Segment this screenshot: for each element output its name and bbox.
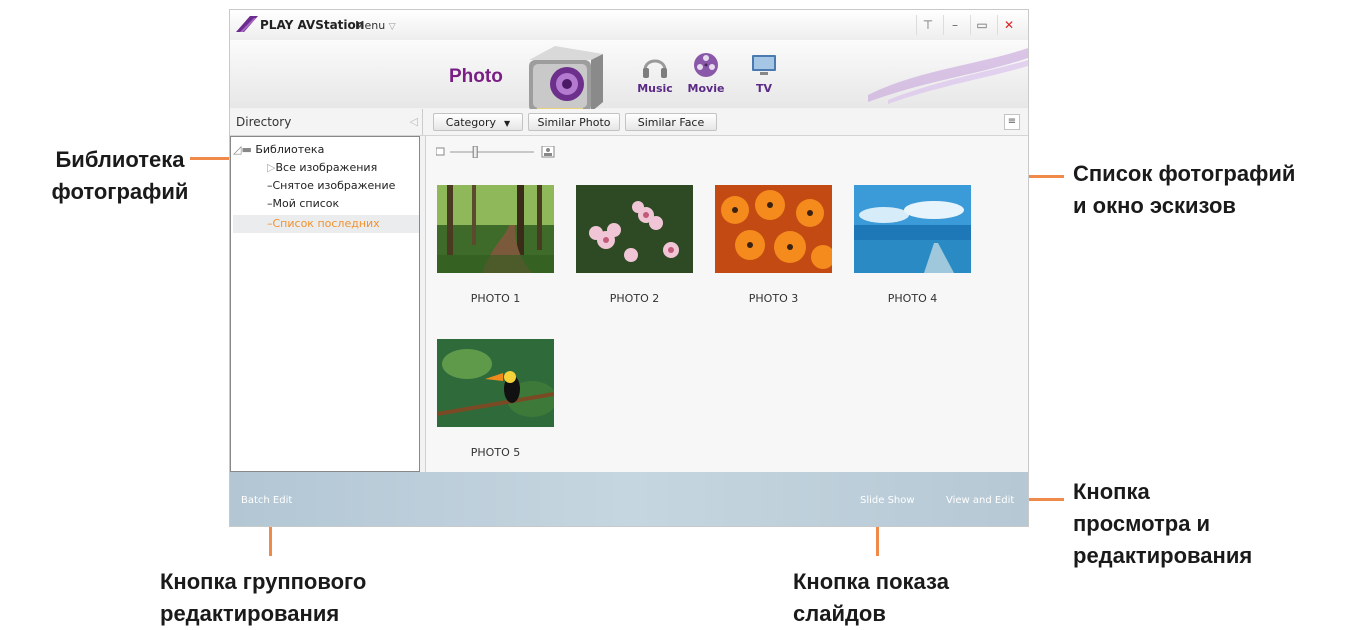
callout-slide-show: Кнопка показа слайдов — [793, 566, 949, 630]
photo-label: PHOTO 2 — [609, 292, 660, 305]
popup-icon[interactable]: ⊤ — [916, 15, 939, 35]
photo-orange-flowers-image — [715, 185, 835, 273]
menu-button[interactable]: Menu ▽ — [355, 19, 396, 32]
photo-thumbnail[interactable] — [436, 339, 557, 431]
callout-line: Библиотека — [55, 147, 185, 172]
batch-edit-button[interactable]: Batch Edit — [241, 495, 292, 506]
photo-thumbnail[interactable] — [437, 185, 554, 277]
callout-line: Список фотографий — [1073, 161, 1296, 186]
category-label: Category — [445, 116, 497, 129]
app-title: PLAY AVStation — [260, 18, 365, 32]
leader-line-library — [190, 157, 230, 160]
callout-batch-edit: Кнопка группового редактирования — [160, 566, 366, 630]
tree-item-all-images[interactable]: ▷Все изображения — [267, 161, 377, 174]
tree-item-label: Все изображения — [275, 161, 378, 174]
directory-header: Directory ◁ — [230, 109, 423, 135]
window-controls: ⊤ – ▭ ✕ — [916, 15, 1020, 35]
category-dropdown[interactable]: Category ▼ — [433, 113, 523, 131]
photo-thumbnail[interactable] — [576, 185, 693, 277]
tree-item-captured-image[interactable]: –Снятое изображение — [267, 179, 395, 192]
app-logo-icon — [236, 16, 258, 32]
folder-icon: ◿▬ — [233, 143, 252, 156]
tree-item-recent-list[interactable]: –Список последних — [267, 217, 380, 230]
chevron-down-icon: ▽ — [388, 22, 396, 32]
close-icon[interactable]: ✕ — [997, 15, 1020, 35]
photo-seascape-image — [854, 185, 971, 273]
photo-label: PHOTO 5 — [470, 446, 521, 459]
tree-item-label: Снятое изображение — [272, 179, 396, 192]
headphones-icon — [643, 59, 667, 78]
callout-line: Кнопка показа — [793, 569, 949, 594]
callout-line: Кнопка группового — [160, 569, 367, 594]
tree-item-label: Список последних — [272, 217, 380, 230]
photo-thumbnail[interactable] — [854, 185, 971, 277]
tree-root-library[interactable]: ◿▬ Библиотека — [233, 143, 324, 156]
photo-toucan-image — [436, 339, 557, 427]
list-view-icon[interactable]: ≡ — [1004, 114, 1020, 130]
tab-movie[interactable]: Movie — [681, 50, 731, 95]
photo-label: PHOTO 1 — [470, 292, 521, 305]
maximize-icon[interactable]: ▭ — [970, 15, 993, 35]
callout-line: фотографий — [51, 179, 189, 204]
tv-icon — [752, 55, 776, 75]
tree-item-label: Мой список — [272, 197, 340, 210]
library-tree: ◿▬ Библиотека ▷Все изображения –Снятое и… — [230, 136, 420, 472]
tab-movie-label: Movie — [687, 82, 725, 95]
tree-root-label: Библиотека — [255, 143, 325, 156]
photo-thumbnail-area: PHOTO 1 PHOTO 2 PHOTO 3 PHOTO 4 PHOTO 5 — [425, 136, 1028, 472]
photo-label: PHOTO 3 — [748, 292, 799, 305]
callout-photo-list: Список фотографий и окно эскизов — [1073, 158, 1295, 222]
title-bar: PLAY AVStation Menu ▽ ⊤ – ▭ ✕ — [230, 10, 1028, 40]
callout-line: и окно эскизов — [1073, 193, 1236, 218]
tab-tv[interactable]: TV — [739, 50, 789, 95]
collapse-panel-icon[interactable]: ◁ — [410, 109, 418, 135]
banner-swoosh-decoration — [868, 48, 1028, 104]
slide-show-button[interactable]: Slide Show — [860, 495, 915, 506]
film-reel-icon — [694, 53, 718, 77]
zoom-out-icon[interactable] — [436, 147, 445, 156]
callout-view-edit: Кнопка просмотра и редактирования — [1073, 476, 1252, 572]
callout-line: редактирования — [1073, 543, 1253, 568]
similar-face-button[interactable]: Similar Face — [625, 113, 717, 131]
callout-line: просмотра и — [1073, 511, 1211, 536]
minimize-icon[interactable]: – — [943, 15, 966, 35]
callout-line: редактирования — [160, 601, 340, 626]
callout-line: Кнопка — [1073, 479, 1150, 504]
chevron-down-icon: ▼ — [504, 119, 511, 128]
menu-label: Menu — [355, 19, 386, 32]
tree-item-my-list[interactable]: –Мой список — [267, 197, 339, 210]
toolbar: Directory ◁ Category ▼ Similar Photo Simi… — [230, 109, 1028, 136]
current-mode-label: Photo — [449, 66, 503, 87]
tab-music-label: Music — [637, 82, 673, 95]
photo-forest-image — [437, 185, 554, 273]
directory-title: Directory — [236, 115, 292, 129]
callout-line: слайдов — [793, 601, 886, 626]
view-and-edit-button[interactable]: View and Edit — [946, 495, 1014, 506]
tab-music[interactable]: Music — [630, 50, 680, 95]
photo-thumbnail[interactable] — [715, 185, 835, 277]
photo-label: PHOTO 4 — [887, 292, 938, 305]
bottom-action-bar: Batch Edit Slide Show View and Edit — [230, 472, 1028, 526]
tab-tv-label: TV — [755, 82, 773, 95]
mode-banner: Photo Music Movie TV — [230, 40, 1028, 126]
similar-photo-button[interactable]: Similar Photo — [528, 113, 620, 131]
callout-library: Библиотека фотографий — [40, 144, 200, 208]
app-window: PLAY AVStation Menu ▽ ⊤ – ▭ ✕ Photo Musi… — [229, 9, 1029, 527]
zoom-slider[interactable] — [436, 146, 556, 158]
photo-flowers-image — [576, 185, 693, 273]
zoom-slider-handle[interactable] — [472, 146, 478, 158]
